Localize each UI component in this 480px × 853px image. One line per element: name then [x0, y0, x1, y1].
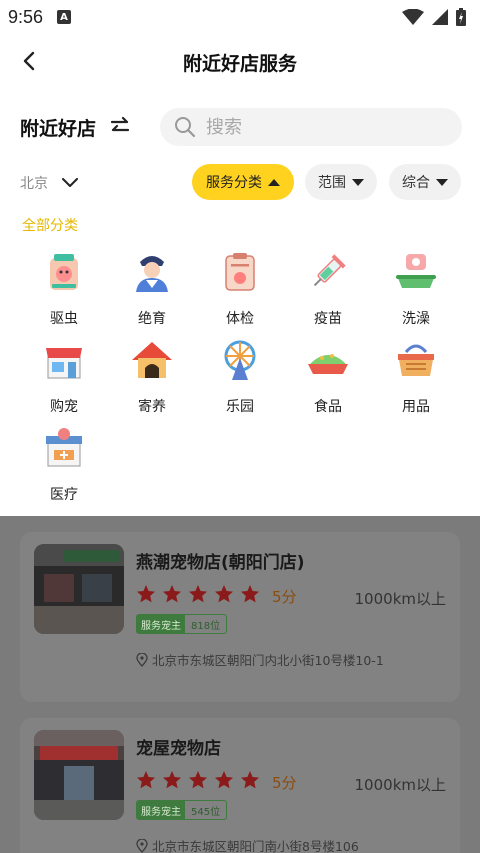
category-medical[interactable]: 医疗 [20, 426, 108, 506]
location-pin-icon [136, 652, 148, 667]
status-time: 9:56 [8, 6, 44, 27]
address-text: 北京市东城区朝阳门内北小街10号楼10-1 [152, 653, 384, 668]
shop-card[interactable]: 宠屋宠物店 5分 1000km以上 服务宠主 545位 北京市东城区朝阳门南小街… [20, 718, 460, 853]
rating-stars [136, 770, 260, 790]
category-boarding[interactable]: 寄养 [108, 338, 196, 418]
category-label: 食品 [314, 399, 342, 415]
back-button[interactable] [14, 46, 44, 76]
star-icon [215, 585, 233, 603]
shop-distance: 1000km以上 [354, 776, 446, 794]
signal-icon [432, 9, 448, 25]
medical-icon [46, 428, 82, 467]
category-label: 用品 [402, 399, 430, 415]
range-chip[interactable]: 范围 [305, 164, 377, 200]
search-row: 附近好店 [0, 106, 480, 148]
badge-label: 服务宠主 [137, 801, 185, 819]
category-vaccine[interactable]: 疫苗 [284, 250, 372, 330]
park-icon [224, 340, 256, 380]
checkup-icon [225, 253, 255, 291]
category-label: 乐园 [226, 399, 254, 415]
bathing-icon [396, 254, 436, 288]
search-input[interactable] [206, 116, 436, 138]
shop-score: 5分 [272, 588, 297, 606]
star-icon [215, 771, 233, 789]
star-icon [189, 771, 207, 789]
shop-photo [34, 544, 124, 634]
star-icon [163, 771, 181, 789]
notification-icon: A [57, 10, 72, 24]
search-icon [175, 117, 196, 138]
category-label: 疫苗 [314, 311, 342, 327]
service-category-chip[interactable]: 服务分类 [192, 164, 294, 200]
shop-name: 燕潮宠物店(朝阳门店) [136, 553, 305, 573]
category-bathing[interactable]: 洗澡 [372, 250, 460, 330]
category-label: 驱虫 [50, 311, 78, 327]
sort-chip[interactable]: 综合 [389, 164, 461, 200]
back-arrow-icon [23, 51, 35, 71]
wifi-icon [402, 9, 424, 25]
badge-count: 545位 [191, 806, 221, 818]
category-sterilization[interactable]: 绝育 [108, 250, 196, 330]
badge-count: 818位 [191, 620, 221, 632]
search-box[interactable] [160, 108, 462, 146]
category-food[interactable]: 食品 [284, 338, 372, 418]
shop-score: 5分 [272, 774, 297, 792]
shop-list-overlay[interactable]: 燕潮宠物店(朝阳门店) 5分 1000km以上 服务宠主 818位 北京市东城区… [0, 516, 480, 853]
star-icon [137, 585, 155, 603]
chip-label: 服务分类 [206, 175, 262, 191]
vaccine-icon [313, 254, 346, 287]
category-label: 寄养 [138, 399, 166, 415]
shop-address: 北京市东城区朝阳门南小街8号楼106 [136, 836, 359, 853]
city-label: 北京 [20, 176, 48, 192]
address-text: 北京市东城区朝阳门南小街8号楼106 [152, 839, 359, 853]
location-pin-icon [136, 838, 148, 853]
rating-stars [136, 584, 260, 604]
status-icons [402, 8, 466, 26]
city-selector[interactable]: 北京 [20, 173, 78, 193]
title-bar: 附近好店服务 [0, 40, 480, 84]
shop-name: 宠屋宠物店 [136, 739, 221, 759]
food-icon [308, 354, 348, 374]
deworming-icon [50, 254, 78, 290]
star-icon [189, 585, 207, 603]
star-icon [137, 771, 155, 789]
category-deworming[interactable]: 驱虫 [20, 250, 108, 330]
star-icon [241, 771, 259, 789]
boarding-icon [132, 342, 172, 378]
battery-icon [456, 8, 466, 26]
status-bar: 9:56 A [0, 0, 480, 34]
owners-served-badge: 服务宠主 818位 [136, 614, 228, 634]
pet-shop-icon [46, 348, 82, 379]
supplies-icon [398, 344, 434, 376]
filter-row: 北京 服务分类 范围 综合 [0, 163, 480, 201]
chip-label: 综合 [402, 175, 430, 191]
category-park[interactable]: 乐园 [196, 338, 284, 418]
category-label: 洗澡 [402, 311, 430, 327]
shop-card[interactable]: 燕潮宠物店(朝阳门店) 5分 1000km以上 服务宠主 818位 北京市东城区… [20, 532, 460, 702]
category-label: 体检 [226, 311, 254, 327]
badge-label: 服务宠主 [137, 615, 185, 633]
page-title: 附近好店服务 [182, 52, 297, 75]
sterilization-icon [136, 256, 168, 292]
category-checkup[interactable]: 体检 [196, 250, 284, 330]
chevron-down-icon [62, 178, 78, 187]
category-label: 医疗 [50, 487, 78, 503]
owners-served-badge: 服务宠主 545位 [136, 800, 228, 820]
all-categories-link[interactable]: 全部分类 [22, 215, 78, 235]
category-supplies[interactable]: 用品 [372, 338, 460, 418]
category-label: 绝育 [138, 311, 166, 327]
section-title: 附近好店 [20, 118, 97, 140]
switch-icon[interactable] [108, 114, 132, 138]
star-icon [241, 585, 259, 603]
caret-down-icon [436, 178, 448, 186]
category-pet-shop[interactable]: 购宠 [20, 338, 108, 418]
shop-photo [34, 730, 124, 820]
star-icon [163, 585, 181, 603]
caret-down-icon [352, 178, 364, 186]
shop-address: 北京市东城区朝阳门内北小街10号楼10-1 [136, 650, 384, 669]
caret-up-icon [268, 178, 280, 186]
chip-label: 范围 [318, 175, 346, 191]
shop-distance: 1000km以上 [354, 590, 446, 608]
category-label: 购宠 [50, 399, 78, 415]
